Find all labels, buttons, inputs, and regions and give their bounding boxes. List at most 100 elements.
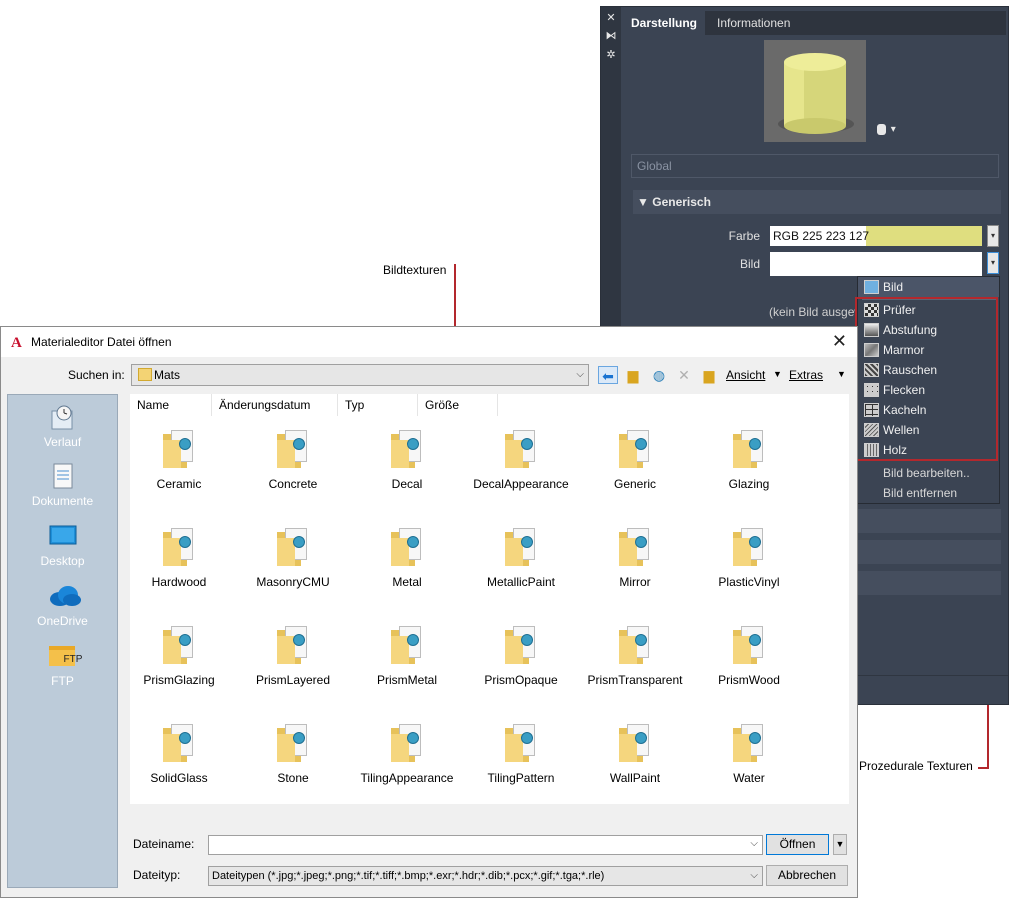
- up-folder-icon[interactable]: ▆: [623, 366, 643, 384]
- tools-menu-arrow-icon[interactable]: ▼: [837, 369, 846, 379]
- file-item[interactable]: Ceramic: [124, 428, 234, 491]
- material-folder-icon: [733, 722, 765, 762]
- section-generisch-label: Generisch: [652, 195, 711, 209]
- look-in-select[interactable]: Mats ⌵: [131, 364, 589, 386]
- menu-item-bild-bearbeiten[interactable]: Bild bearbeiten..: [858, 463, 999, 483]
- filename-input[interactable]: ⌵: [208, 835, 763, 855]
- file-item[interactable]: PlasticVinyl: [694, 526, 804, 589]
- file-item[interactable]: Mirror: [580, 526, 690, 589]
- farbe-field[interactable]: RGB 225 223 127: [770, 226, 982, 246]
- filename-label: Dateiname:: [133, 837, 195, 851]
- material-folder-icon: [733, 624, 765, 664]
- file-item[interactable]: Concrete: [238, 428, 348, 491]
- file-item[interactable]: Glazing: [694, 428, 804, 491]
- file-item[interactable]: TilingPattern: [466, 722, 576, 785]
- file-item[interactable]: TilingAppearance: [352, 722, 462, 785]
- cancel-button[interactable]: Abbrechen: [766, 865, 848, 886]
- back-icon[interactable]: ⬅: [598, 366, 618, 384]
- farbe-label: Farbe: [728, 229, 760, 243]
- file-item-label: Generic: [613, 477, 657, 491]
- global-field[interactable]: Global: [631, 154, 999, 178]
- file-item[interactable]: Stone: [238, 722, 348, 785]
- look-in-label: Suchen in:: [68, 368, 125, 382]
- autocad-logo-icon: A: [11, 335, 22, 351]
- file-item-label: Water: [733, 771, 765, 785]
- material-folder-icon: [505, 526, 537, 566]
- file-item[interactable]: PrismTransparent: [580, 624, 690, 687]
- column-name[interactable]: Name: [130, 394, 212, 416]
- file-item[interactable]: DecalAppearance: [466, 428, 576, 491]
- file-item[interactable]: PrismMetal: [352, 624, 462, 687]
- material-preview: [764, 40, 866, 142]
- settings-icon[interactable]: ✲: [605, 48, 617, 62]
- material-folder-icon: [163, 722, 195, 762]
- column-size[interactable]: Größe: [418, 394, 498, 416]
- search-web-icon[interactable]: ◍: [649, 366, 669, 384]
- look-in-value: Mats: [154, 368, 181, 382]
- place-verlauf[interactable]: Verlauf: [8, 403, 117, 449]
- menu-item-bild[interactable]: Bild: [858, 277, 999, 297]
- tools-menu-label[interactable]: Extras: [789, 368, 823, 382]
- material-folder-icon: [619, 428, 651, 468]
- section-generisch[interactable]: ▼ Generisch: [633, 190, 1001, 214]
- documents-icon: [48, 462, 78, 490]
- place-onedrive[interactable]: OneDrive: [8, 582, 117, 628]
- delete-icon[interactable]: ✕: [674, 366, 694, 384]
- material-folder-icon: [277, 526, 309, 566]
- file-item-label: TilingAppearance: [360, 771, 454, 785]
- file-item-label: MasonryCMU: [256, 575, 330, 589]
- material-folder-icon: [391, 722, 423, 762]
- cylinder-preview-image: [778, 53, 854, 134]
- tab-informationen[interactable]: Informationen: [709, 11, 798, 35]
- file-item[interactable]: Water: [694, 722, 804, 785]
- filetype-select[interactable]: Dateitypen (*.jpg;*.jpeg;*.png;*.tif;*.t…: [208, 866, 763, 886]
- place-desktop[interactable]: Desktop: [8, 522, 117, 568]
- filetype-value: Dateitypen (*.jpg;*.jpeg;*.png;*.tif;*.t…: [212, 870, 605, 882]
- material-folder-icon: [505, 722, 537, 762]
- file-item-label: Stone: [277, 771, 309, 785]
- farbe-dropdown-button[interactable]: ▾: [987, 225, 999, 247]
- place-verlauf-label: Verlauf: [43, 435, 82, 449]
- menu-item-bild-entfernen[interactable]: Bild entfernen: [858, 483, 999, 503]
- column-date[interactable]: Änderungsdatum: [212, 394, 338, 416]
- chevron-down-icon: ⌵: [576, 369, 584, 380]
- file-item[interactable]: WallPaint: [580, 722, 690, 785]
- file-item[interactable]: PrismGlazing: [124, 624, 234, 687]
- material-folder-icon: [277, 428, 309, 468]
- cylinder-options-icon[interactable]: ▾: [876, 122, 904, 138]
- close-icon[interactable]: ✕: [605, 11, 617, 25]
- farbe-value: RGB 225 223 127: [773, 229, 870, 243]
- places-bar: Verlauf Dokumente Desktop OneDrive FTP F…: [7, 394, 118, 888]
- place-ftp[interactable]: FTP FTP: [8, 642, 117, 688]
- bild-field[interactable]: [770, 252, 982, 276]
- file-item[interactable]: Decal: [352, 428, 462, 491]
- callout-bildtexturen: Bildtexturen: [383, 263, 447, 277]
- file-item[interactable]: Hardwood: [124, 526, 234, 589]
- file-item[interactable]: PrismWood: [694, 624, 804, 687]
- close-icon[interactable]: ✕: [832, 331, 847, 352]
- bild-label: Bild: [739, 257, 760, 271]
- file-item[interactable]: SolidGlass: [124, 722, 234, 785]
- file-item[interactable]: PrismOpaque: [466, 624, 576, 687]
- file-item-label: Ceramic: [156, 477, 202, 491]
- file-item[interactable]: Generic: [580, 428, 690, 491]
- view-menu-label[interactable]: Ansicht: [726, 368, 765, 382]
- new-folder-icon[interactable]: ▆: [699, 366, 719, 384]
- place-ftp-label: FTP: [51, 674, 74, 688]
- place-dokumente[interactable]: Dokumente: [8, 462, 117, 508]
- file-item[interactable]: Metal: [352, 526, 462, 589]
- file-item[interactable]: MasonryCMU: [238, 526, 348, 589]
- file-item[interactable]: PrismLayered: [238, 624, 348, 687]
- bild-dropdown-button[interactable]: ▾: [987, 252, 999, 274]
- pin-icon[interactable]: ⧑: [605, 29, 617, 43]
- place-desktop-label: Desktop: [40, 554, 85, 568]
- file-item[interactable]: MetallicPaint: [466, 526, 576, 589]
- place-onedrive-label: OneDrive: [37, 614, 88, 628]
- panel-tabs: Darstellung Informationen: [623, 11, 1006, 35]
- open-options-button[interactable]: ▼: [833, 834, 847, 855]
- open-button[interactable]: Öffnen: [766, 834, 829, 855]
- view-menu-arrow-icon[interactable]: ▼: [773, 369, 782, 379]
- column-type[interactable]: Typ: [338, 394, 418, 416]
- file-item-label: Glazing: [728, 477, 770, 491]
- tab-darstellung[interactable]: Darstellung: [623, 11, 706, 35]
